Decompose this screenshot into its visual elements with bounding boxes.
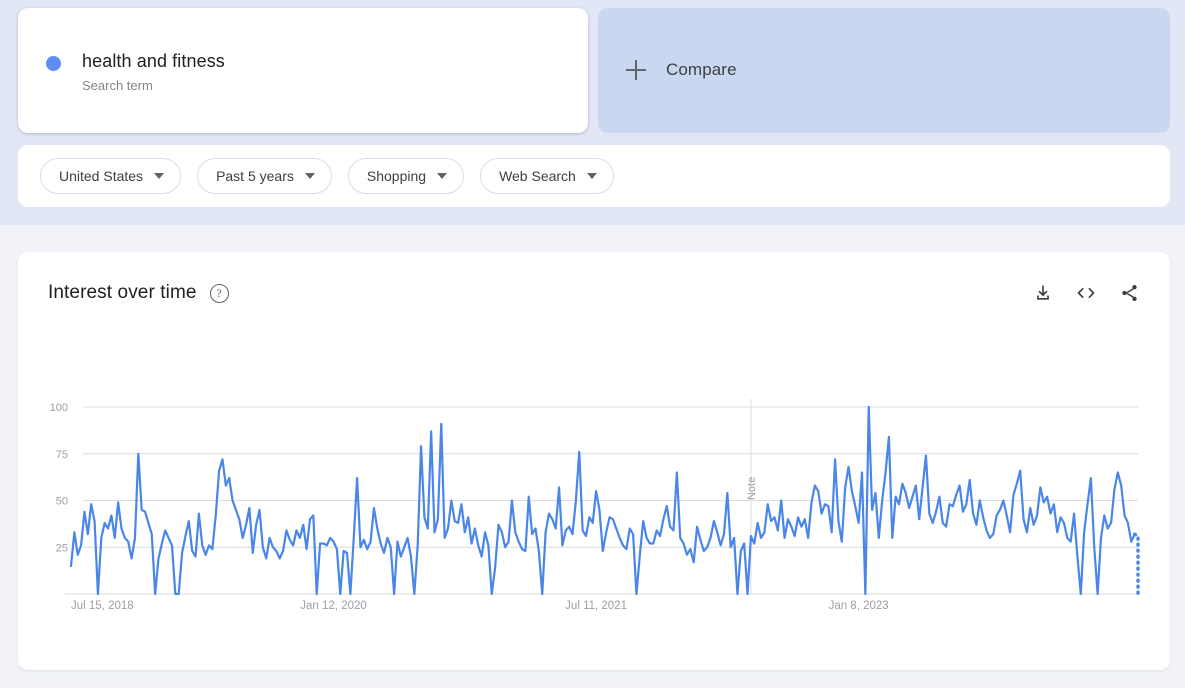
filter-chip-searchtype[interactable]: Web Search [480, 158, 614, 194]
chart-note-annotation: Note [746, 477, 758, 500]
filter-chip-location-label: United States [59, 168, 144, 184]
query-cards-row: health and fitness Search term Compare [18, 8, 1170, 133]
filter-bar: United States Past 5 years Shopping Web … [18, 145, 1170, 207]
search-term-content: health and fitness Search term [46, 50, 225, 94]
filter-chip-searchtype-label: Web Search [499, 168, 576, 184]
filter-chip-category-label: Shopping [366, 168, 427, 184]
interest-over-time-card: Interest over time ? 25 50 75 100 Note Jul 15… [18, 252, 1170, 670]
search-term-card[interactable]: health and fitness Search term [18, 8, 588, 133]
y-axis-tick-label: 25 [56, 542, 68, 554]
y-axis-tick-label: 100 [50, 402, 68, 414]
series-color-dot [46, 56, 61, 71]
y-axis-tick-label: 75 [56, 449, 68, 461]
chevron-down-icon [437, 173, 448, 179]
search-term-type: Search term [82, 78, 153, 93]
chevron-down-icon [586, 173, 597, 179]
filter-chip-category[interactable]: Shopping [347, 158, 465, 194]
compare-card[interactable]: Compare [598, 8, 1170, 133]
trends-page: health and fitness Search term Compare U… [0, 0, 1185, 688]
x-axis-tick-label: Jan 8, 2023 [829, 600, 889, 612]
chevron-down-icon [304, 173, 315, 179]
compare-content: Compare [626, 60, 737, 80]
x-axis-tick-label: Jul 11, 2021 [565, 600, 627, 612]
search-term-label: health and fitness [82, 51, 225, 71]
filter-chip-location[interactable]: United States [40, 158, 182, 194]
search-term-texts: health and fitness Search term [82, 50, 225, 94]
chevron-down-icon [154, 173, 165, 179]
plus-icon [626, 60, 646, 80]
filter-chip-timerange[interactable]: Past 5 years [197, 158, 332, 194]
interest-over-time-chart[interactable]: 25 50 75 100 Note Jul 15, 2018 Jan 12, 2020 Jul… [18, 252, 1170, 670]
compare-label: Compare [666, 60, 737, 79]
y-axis-tick-label: 50 [56, 496, 68, 508]
filter-chip-timerange-label: Past 5 years [216, 168, 294, 184]
partial-data-tail [1132, 532, 1140, 596]
x-axis-tick-label: Jan 12, 2020 [300, 600, 367, 612]
x-axis-tick-label: Jul 15, 2018 [71, 600, 134, 612]
